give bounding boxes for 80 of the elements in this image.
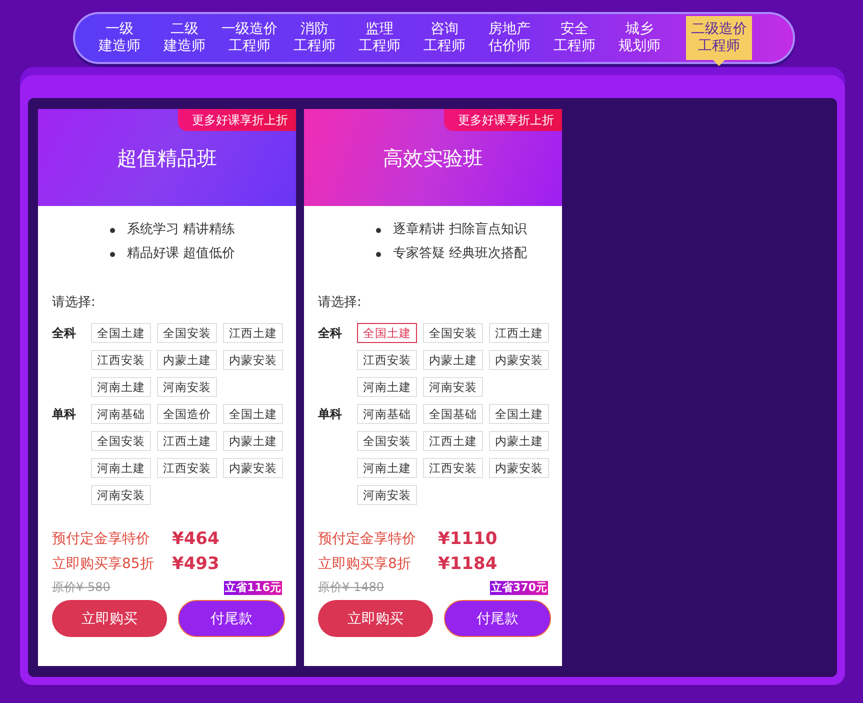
promo-badge: 更多好课享折上折 — [178, 109, 296, 131]
option-chip[interactable]: 全国安装 — [91, 431, 151, 451]
option-chip[interactable]: 内蒙安装 — [489, 350, 549, 370]
pointer-icon — [713, 60, 725, 66]
feature-text: 逐章精讲 扫除盲点知识 — [393, 221, 528, 239]
option-chip[interactable]: 江西安装 — [423, 458, 483, 478]
buy-discount-label: 立即购买享85折 — [52, 555, 155, 573]
group-label: 全科 — [318, 325, 343, 342]
deposit-price: ¥1110 — [438, 529, 498, 549]
select-prompt: 请选择: — [52, 294, 96, 311]
option-chip[interactable]: 河南安装 — [423, 377, 483, 397]
option-chip[interactable]: 河南土建 — [91, 458, 151, 478]
group-label: 单科 — [52, 406, 77, 423]
bullet-icon — [110, 252, 115, 256]
option-chip[interactable]: 全国土建 — [357, 323, 417, 343]
buy-price: ¥1184 — [438, 554, 498, 574]
option-chip[interactable]: 江西土建 — [223, 323, 283, 343]
exam-tab[interactable]: 一级造价 工程师 — [217, 16, 282, 60]
option-chip[interactable]: 河南基础 — [357, 404, 417, 424]
feature-text: 精品好课 超值低价 — [127, 245, 236, 263]
option-chip[interactable]: 全国安装 — [357, 431, 417, 451]
exam-tab[interactable]: 咨询 工程师 — [412, 16, 477, 60]
option-chip[interactable]: 内蒙土建 — [223, 431, 283, 451]
option-chip[interactable]: 全国安装 — [423, 323, 483, 343]
option-chip[interactable]: 河南安装 — [357, 485, 417, 505]
original-price: 原价¥ 580 — [52, 579, 110, 596]
option-chip[interactable]: 全国土建 — [489, 404, 549, 424]
exam-tab[interactable]: 城乡 规划师 — [607, 16, 672, 60]
option-chip[interactable]: 全国土建 — [91, 323, 151, 343]
exam-tab[interactable]: 安全 工程师 — [542, 16, 607, 60]
deposit-label: 预付定金享特价 — [52, 530, 151, 548]
group-label: 全科 — [52, 325, 77, 342]
option-chip[interactable]: 全国土建 — [223, 404, 283, 424]
original-price: 原价¥ 1480 — [318, 579, 384, 596]
course-title: 超值精品班 — [117, 145, 217, 172]
option-chip[interactable]: 河南安装 — [157, 377, 217, 397]
pay-balance-button[interactable]: 付尾款 — [444, 600, 551, 637]
buy-discount-label: 立即购买享8折 — [318, 555, 412, 573]
option-chip[interactable]: 江西土建 — [423, 431, 483, 451]
option-chip[interactable]: 内蒙安装 — [489, 458, 549, 478]
feature-text: 专家答疑 经典班次搭配 — [393, 245, 528, 263]
group-label: 单科 — [318, 406, 343, 423]
buy-now-button[interactable]: 立即购买 — [318, 600, 433, 637]
buy-now-button[interactable]: 立即购买 — [52, 600, 167, 637]
option-chip[interactable]: 内蒙土建 — [423, 350, 483, 370]
promo-badge: 更多好课享折上折 — [444, 109, 562, 131]
select-prompt: 请选择: — [318, 294, 362, 311]
option-chip[interactable]: 江西安装 — [91, 350, 151, 370]
bullet-icon — [376, 228, 381, 232]
savings-tag: 立省370元 — [490, 580, 548, 594]
exam-tab[interactable]: 一级 建造师 — [87, 16, 152, 60]
bullet-icon — [376, 252, 381, 256]
option-chip[interactable]: 河南安装 — [91, 485, 151, 505]
option-chip[interactable]: 内蒙安装 — [223, 458, 283, 478]
deposit-price: ¥464 — [172, 529, 220, 549]
buy-price: ¥493 — [172, 554, 220, 574]
option-chip[interactable]: 全国安装 — [157, 323, 217, 343]
option-chip[interactable]: 全国基础 — [423, 404, 483, 424]
option-chip[interactable]: 江西安装 — [157, 458, 217, 478]
option-chip[interactable]: 河南土建 — [357, 458, 417, 478]
option-chip[interactable]: 江西安装 — [357, 350, 417, 370]
option-chip[interactable]: 内蒙土建 — [157, 350, 217, 370]
exam-tab[interactable]: 监理 工程师 — [347, 16, 412, 60]
feature-text: 系统学习 精讲精练 — [127, 221, 236, 239]
exam-tab[interactable]: 房地产 估价师 — [477, 16, 542, 60]
option-chip[interactable]: 河南基础 — [91, 404, 151, 424]
exam-tab[interactable]: 二级 建造师 — [152, 16, 217, 60]
option-chip[interactable]: 河南土建 — [357, 377, 417, 397]
exam-tab[interactable]: 消防 工程师 — [282, 16, 347, 60]
course-title: 高效实验班 — [383, 145, 483, 172]
option-chip[interactable]: 江西土建 — [157, 431, 217, 451]
option-chip[interactable]: 江西土建 — [489, 323, 549, 343]
option-chip[interactable]: 内蒙土建 — [489, 431, 549, 451]
pay-balance-button[interactable]: 付尾款 — [178, 600, 285, 637]
bullet-icon — [110, 228, 115, 232]
option-chip[interactable]: 全国造价 — [157, 404, 217, 424]
deposit-label: 预付定金享特价 — [318, 530, 417, 548]
option-chip[interactable]: 内蒙安装 — [223, 350, 283, 370]
option-chip[interactable]: 河南土建 — [91, 377, 151, 397]
savings-tag: 立省116元 — [224, 580, 282, 594]
